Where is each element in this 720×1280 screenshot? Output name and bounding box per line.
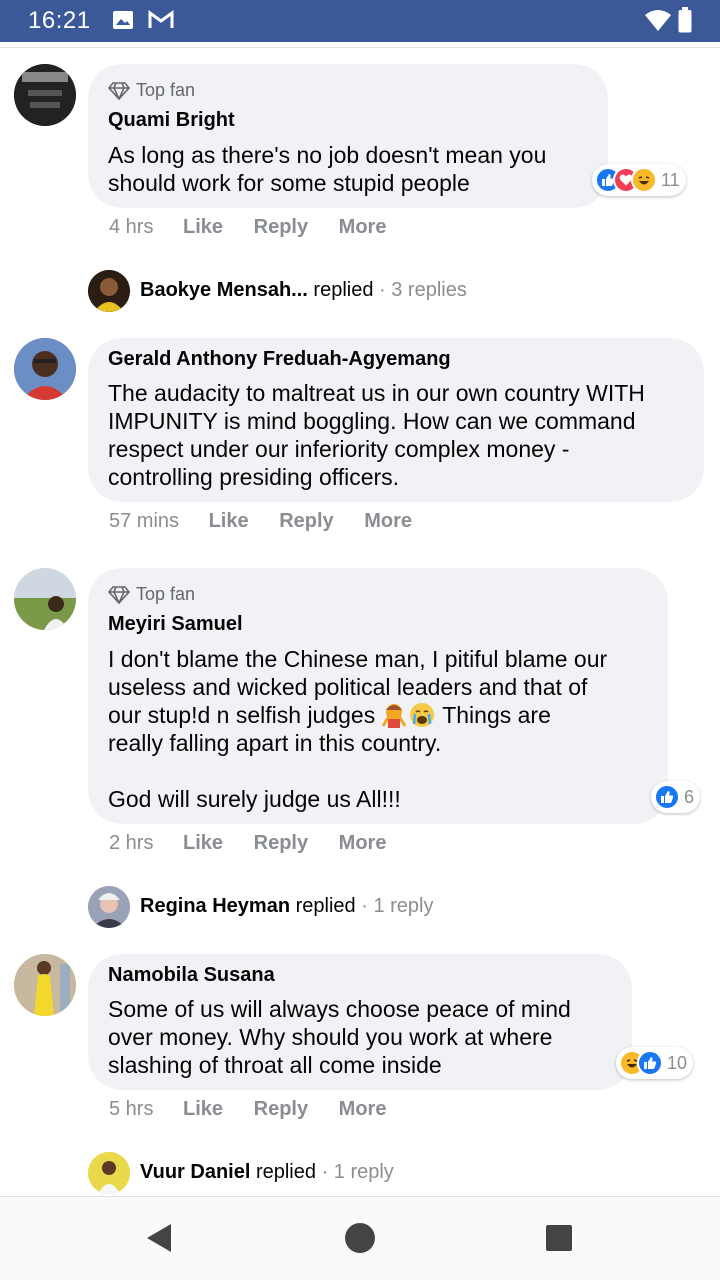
reaction-summary[interactable]: 6 xyxy=(651,781,701,813)
comment-time: 5 hrs xyxy=(109,1098,154,1120)
like-button[interactable]: Like xyxy=(183,216,223,239)
comment-author[interactable]: Meyiri Samuel xyxy=(108,613,243,636)
reaction-summary[interactable]: 10 xyxy=(616,1047,694,1079)
top-fan-badge: Top fan xyxy=(108,80,195,101)
reply-avatar-image xyxy=(88,1152,130,1194)
comment-text: The audacity to maltreat us in our own c… xyxy=(108,380,645,490)
diamond-icon xyxy=(108,585,130,604)
like-button[interactable]: Like xyxy=(209,510,249,533)
reaction-summary[interactable]: 11 xyxy=(592,164,686,196)
comment-text-line: our stup!d n selfish judges Things are xyxy=(108,701,551,729)
avatar-image xyxy=(14,954,76,1016)
comment-author[interactable]: Quami Bright xyxy=(108,109,235,132)
back-icon[interactable] xyxy=(146,1223,172,1253)
reply-count: · 3 replies xyxy=(379,279,467,301)
diamond-icon xyxy=(108,81,130,100)
comment-text-line: really falling apart in this country. xyxy=(108,730,442,756)
top-fan-label: Top fan xyxy=(136,584,196,604)
reply-avatar[interactable] xyxy=(88,270,130,312)
reply-count: · 1 reply xyxy=(321,1161,394,1183)
divider xyxy=(0,47,720,48)
comment-text-line: useless and wicked political leaders and… xyxy=(108,674,588,700)
status-bar: 16:21 xyxy=(0,0,720,42)
wifi-icon xyxy=(645,10,671,31)
comment-text-line: God will surely judge us All!!! xyxy=(108,786,401,812)
reply-author: Baokye Mensah... xyxy=(140,279,308,301)
comment-actions: 5 hrs Like Reply More xyxy=(109,1098,386,1121)
reply-verb: replied xyxy=(255,1161,316,1183)
avatar-image xyxy=(14,568,76,630)
avatar[interactable] xyxy=(14,954,76,1016)
comment-text-fragment: our stup!d n selfish judges xyxy=(108,702,376,728)
recents-icon[interactable] xyxy=(545,1224,573,1252)
reply-button[interactable]: Reply xyxy=(254,216,308,239)
gallery-icon xyxy=(113,11,133,29)
reaction-count: 11 xyxy=(661,169,680,190)
comment-actions: 57 mins Like Reply More xyxy=(109,510,412,533)
more-button[interactable]: More xyxy=(339,216,387,239)
home-icon[interactable] xyxy=(344,1222,376,1254)
view-replies[interactable]: Regina Heyman replied · 1 reply xyxy=(140,895,433,918)
comment-bubble[interactable]: Gerald Anthony Freduah-Agyemang The auda… xyxy=(88,338,704,502)
reply-avatar[interactable] xyxy=(88,886,130,928)
comment-time: 57 mins xyxy=(109,510,180,532)
reply-button[interactable]: Reply xyxy=(279,510,333,533)
reaction-count: 6 xyxy=(684,786,695,807)
more-button[interactable]: More xyxy=(339,832,387,855)
avatar-image xyxy=(14,64,76,126)
comment-bubble[interactable]: Namobila Susana Some of us will always c… xyxy=(88,954,632,1090)
like-button[interactable]: Like xyxy=(183,832,223,855)
reply-button[interactable]: Reply xyxy=(254,1098,308,1121)
reply-count: · 1 reply xyxy=(361,895,434,917)
reaction-count: 10 xyxy=(667,1052,688,1073)
comment-text-line: I don't blame the Chinese man, I pitiful… xyxy=(108,646,608,672)
comment-author[interactable]: Namobila Susana xyxy=(108,964,275,987)
comment-text: As long as there's no job doesn't mean y… xyxy=(108,142,547,196)
comment-bubble[interactable]: Top fan Quami Bright As long as there's … xyxy=(88,64,608,208)
haha-icon xyxy=(631,167,657,193)
crying-face-emoji xyxy=(410,703,435,727)
comment-time: 4 hrs xyxy=(109,216,154,238)
reply-button[interactable]: Reply xyxy=(254,832,308,855)
comment-time: 2 hrs xyxy=(109,832,154,854)
like-button[interactable]: Like xyxy=(183,1098,223,1121)
comment-text-fragment: Things are xyxy=(442,702,551,728)
more-button[interactable]: More xyxy=(339,1098,387,1121)
top-fan-label: Top fan xyxy=(136,80,196,100)
avatar[interactable] xyxy=(14,338,76,400)
reply-avatar-image xyxy=(88,270,130,312)
view-replies[interactable]: Vuur Daniel replied · 1 reply xyxy=(140,1161,394,1184)
system-navigation-bar xyxy=(0,1197,720,1280)
view-replies[interactable]: Baokye Mensah... replied · 3 replies xyxy=(140,279,467,302)
reply-author: Vuur Daniel xyxy=(140,1161,251,1183)
reply-avatar[interactable] xyxy=(88,1152,130,1194)
battery-icon xyxy=(678,7,692,33)
comment-author[interactable]: Gerald Anthony Freduah-Agyemang xyxy=(108,348,451,371)
comment-text: Some of us will always choose peace of m… xyxy=(108,996,571,1078)
avatar[interactable] xyxy=(14,64,76,126)
like-icon xyxy=(637,1050,663,1076)
reply-author: Regina Heyman xyxy=(140,895,291,917)
more-button[interactable]: More xyxy=(364,510,412,533)
like-icon xyxy=(654,784,680,810)
avatar[interactable] xyxy=(14,568,76,630)
reply-avatar-image xyxy=(88,886,130,928)
comment-bubble[interactable]: Top fan Meyiri Samuel I don't blame the … xyxy=(88,568,668,824)
gmail-icon xyxy=(148,10,174,28)
person-gesturing-no-emoji xyxy=(381,704,407,728)
comment-actions: 2 hrs Like Reply More xyxy=(109,832,386,855)
comment-actions: 4 hrs Like Reply More xyxy=(109,216,386,239)
reply-verb: replied xyxy=(313,279,374,301)
status-time: 16:21 xyxy=(28,7,91,34)
avatar-image xyxy=(14,338,76,400)
top-fan-badge: Top fan xyxy=(108,584,195,605)
reply-verb: replied xyxy=(295,895,356,917)
